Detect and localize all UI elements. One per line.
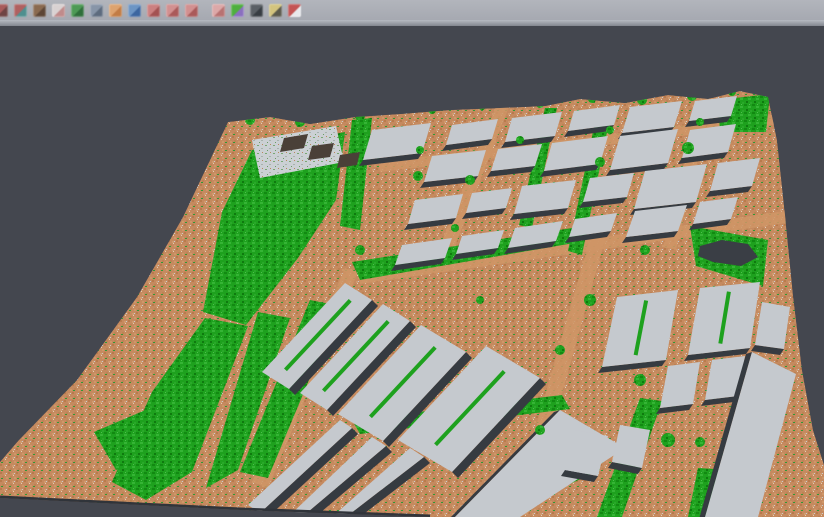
tree [661,433,675,447]
tree [634,374,646,386]
point-cloud-multicolor-icon[interactable] [14,4,27,17]
tree [535,425,545,435]
tree [465,175,475,185]
tree [762,92,770,100]
tree [682,142,694,154]
clip-box-icon[interactable] [269,4,282,17]
tree [451,224,459,232]
tree [696,118,704,126]
tree [245,115,255,125]
tree [640,245,650,255]
tree [416,146,424,154]
point-cloud-red-icon[interactable] [0,4,8,17]
application-window: { "toolbar": { "icons": [ {"name":"point… [0,0,824,517]
tree [536,100,544,108]
tree [637,95,647,105]
main-toolbar [0,0,824,20]
tree [584,294,596,306]
tree [695,437,705,447]
globe-icon[interactable] [128,4,141,17]
layers-red-icon[interactable] [147,4,160,17]
tree [478,102,486,110]
tree [355,245,365,255]
tree [413,171,423,181]
orthophoto-icon[interactable] [109,4,122,17]
classification-map-icon[interactable] [231,4,244,17]
tree [355,111,365,121]
3d-viewport[interactable] [0,26,824,517]
tree [476,296,484,304]
terrain-layer [0,88,824,517]
profile-column-icon[interactable] [90,4,103,17]
tree [516,136,524,144]
dem-hill-icon[interactable] [33,4,46,17]
terrain-green-icon[interactable] [71,4,84,17]
flag-red-icon[interactable] [288,4,301,17]
tree [687,91,697,101]
tree [428,106,436,114]
circle-selection-icon[interactable] [166,4,179,17]
3d-viewport-container [0,26,824,517]
dashed-region-icon[interactable] [212,4,225,17]
tree [728,88,736,96]
tree [606,126,614,134]
rectangle-selection-icon[interactable] [185,4,198,17]
tree [595,157,605,167]
sparse-points-icon[interactable] [52,4,65,17]
sphere-view-icon[interactable] [250,4,263,17]
tree [753,108,761,116]
tree [588,95,596,103]
tree [555,345,565,355]
tree [295,117,305,127]
